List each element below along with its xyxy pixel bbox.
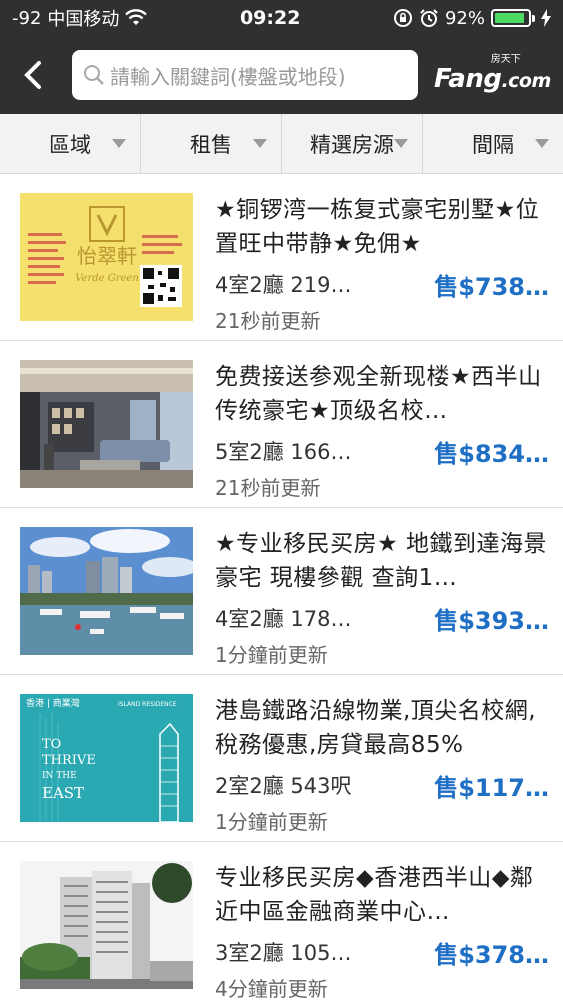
status-time: 09:22 bbox=[239, 7, 301, 29]
listing-info: 专业移民买房◆香港西半山◆鄰近中區金融商業中心… 3室2廳 105… 售$378… bbox=[215, 861, 563, 1000]
listing-title: 免费接送参观全新现楼★西半山传统豪宅★顶级名校… bbox=[215, 364, 542, 424]
triangle-down-icon bbox=[112, 139, 126, 148]
living-room-image bbox=[20, 360, 193, 488]
poster-line: THRIVE bbox=[42, 753, 96, 768]
teal-poster-image: 香港 | 商業灣 ISLAND RESIDENCE TO THRIVE IN T… bbox=[20, 694, 193, 822]
listing-meta: 4室2廳 178… 售$393… bbox=[215, 599, 549, 637]
logo-card-cn: 怡翠軒 bbox=[77, 244, 137, 268]
filter-label: 間隔 bbox=[472, 132, 514, 157]
status-bar: -92 中国移动 09:22 92% bbox=[0, 0, 563, 36]
listing-title: 港島鐵路沿線物業,頂尖名校網,稅務優惠,房貸最高85% bbox=[215, 698, 537, 758]
listing-info: 港島鐵路沿線物業,頂尖名校網,稅務優惠,房貸最高85% 2室2廳 543呎 售$… bbox=[215, 694, 563, 841]
list-item[interactable]: ★专业移民买房★ 地鐵到達海景豪宅 現樓參觀 查詢1… 4室2廳 178… 售$… bbox=[0, 508, 563, 675]
battery-icon bbox=[491, 9, 535, 27]
battery-fill bbox=[495, 13, 525, 23]
status-left: -92 中国移动 bbox=[12, 5, 148, 31]
fang-logo: 房天下 Fang.com bbox=[434, 55, 551, 95]
battery-nub bbox=[532, 14, 535, 22]
battery-shell bbox=[491, 9, 531, 27]
alarm-icon bbox=[420, 9, 438, 27]
listing-price: 售$117… bbox=[434, 773, 549, 802]
list-item[interactable]: 怡翠軒 Verde Green ★铜锣湾一栋复式豪宅别墅★位置旺中带静★免佣★ … bbox=[0, 174, 563, 341]
poster-brand: ISLAND RESIDENCE bbox=[118, 701, 177, 708]
listing-meta: 2室2廳 543呎 售$117… bbox=[215, 766, 549, 804]
listing-meta: 5室2廳 166… 售$834… bbox=[215, 432, 549, 470]
filter-bar: 區域 租售 精選房源 間隔 bbox=[0, 114, 563, 174]
logo-suffix: .com bbox=[501, 70, 551, 92]
listing-updated: 4分鐘前更新 bbox=[215, 977, 328, 1000]
status-right: 92% bbox=[393, 8, 551, 29]
listing-thumbnail bbox=[20, 527, 193, 655]
filter-label: 租售 bbox=[190, 132, 232, 157]
nav-bar: 請輸入關鍵詞(樓盤或地段) 房天下 Fang.com bbox=[0, 36, 563, 114]
logo-card-en: Verde Green bbox=[75, 273, 139, 284]
filter-rent-sale[interactable]: 租售 bbox=[141, 114, 282, 173]
back-button[interactable] bbox=[22, 55, 62, 95]
tower-image bbox=[20, 861, 193, 989]
listing-info: ★铜锣湾一栋复式豪宅别墅★位置旺中带静★免佣★ 4室2廳 219… 售$738…… bbox=[215, 193, 563, 340]
listing-price: 售$393… bbox=[434, 606, 549, 635]
logo-main: Fang bbox=[434, 64, 502, 94]
filter-layout[interactable]: 間隔 bbox=[423, 114, 563, 173]
listing-meta: 3室2廳 105… 售$378… bbox=[215, 933, 549, 971]
listing-updated: 1分鐘前更新 bbox=[215, 810, 328, 834]
listing-thumbnail bbox=[20, 360, 193, 488]
listing-spec: 5室2廳 166… bbox=[215, 440, 352, 464]
harbour-image bbox=[20, 527, 193, 655]
signal-strength: -92 bbox=[12, 7, 42, 29]
listing-updated: 21秒前更新 bbox=[215, 476, 321, 500]
list-item[interactable]: 免费接送参观全新现楼★西半山传统豪宅★顶级名校… 5室2廳 166… 售$834… bbox=[0, 341, 563, 508]
listing-updated: 1分鐘前更新 bbox=[215, 643, 328, 667]
list-item[interactable]: 香港 | 商業灣 ISLAND RESIDENCE TO THRIVE IN T… bbox=[0, 675, 563, 842]
triangle-down-icon bbox=[253, 139, 267, 148]
search-placeholder: 請輸入關鍵詞(樓盤或地段) bbox=[110, 64, 346, 89]
listing-price: 售$378… bbox=[434, 940, 549, 969]
triangle-down-icon bbox=[535, 139, 549, 148]
search-icon bbox=[84, 65, 104, 85]
listing-thumbnail: 香港 | 商業灣 ISLAND RESIDENCE TO THRIVE IN T… bbox=[20, 694, 193, 822]
listing-price: 售$738… bbox=[434, 272, 549, 301]
listing-info: ★专业移民买房★ 地鐵到達海景豪宅 現樓參觀 查詢1… 4室2廳 178… 售$… bbox=[215, 527, 563, 674]
top-bar: -92 中国移动 09:22 92% 請輸入關鍵詞(樓盤或地段) 房天下 Fan… bbox=[0, 0, 563, 114]
listing-thumbnail: 怡翠軒 Verde Green bbox=[20, 193, 193, 321]
rotation-lock-icon bbox=[393, 9, 412, 27]
poster-line: EAST bbox=[42, 784, 84, 802]
filter-featured[interactable]: 精選房源 bbox=[282, 114, 423, 173]
chevron-left-icon bbox=[24, 61, 41, 89]
poster-line: IN THE bbox=[42, 771, 77, 781]
filter-district[interactable]: 區域 bbox=[0, 114, 141, 173]
listing-title: ★铜锣湾一栋复式豪宅别墅★位置旺中带静★免佣★ bbox=[215, 197, 540, 257]
listing-spec: 2室2廳 543呎 bbox=[215, 774, 352, 798]
listing-spec: 4室2廳 178… bbox=[215, 607, 352, 631]
logo-text: Fang.com bbox=[434, 65, 551, 95]
wifi-icon bbox=[125, 9, 148, 25]
carrier-name: 中国移动 bbox=[47, 9, 120, 30]
listing-updated: 21秒前更新 bbox=[215, 309, 321, 333]
battery-percent: 92% bbox=[444, 7, 485, 29]
listing-spec: 3室2廳 105… bbox=[215, 941, 352, 965]
listing-title: ★专业移民买房★ 地鐵到達海景豪宅 現樓參觀 查詢1… bbox=[215, 531, 548, 591]
filter-label: 區域 bbox=[49, 132, 91, 157]
triangle-down-icon bbox=[394, 139, 408, 148]
list-item[interactable]: 专业移民买房◆香港西半山◆鄰近中區金融商業中心… 3室2廳 105… 售$378… bbox=[0, 842, 563, 1000]
listing-spec: 4室2廳 219… bbox=[215, 273, 352, 297]
logo-card-image: 怡翠軒 Verde Green bbox=[20, 193, 193, 321]
listing-thumbnail bbox=[20, 861, 193, 989]
filter-label: 精選房源 bbox=[310, 132, 394, 157]
listing-info: 免费接送参观全新现楼★西半山传统豪宅★顶级名校… 5室2廳 166… 售$834… bbox=[215, 360, 563, 507]
poster-tag: 香港 | 商業灣 bbox=[26, 697, 80, 709]
charging-icon bbox=[541, 9, 551, 27]
listing-list: 怡翠軒 Verde Green ★铜锣湾一栋复式豪宅别墅★位置旺中带静★免佣★ … bbox=[0, 174, 563, 1000]
listing-price: 售$834… bbox=[434, 439, 549, 468]
poster-line: TO bbox=[42, 737, 61, 752]
listing-title: 专业移民买房◆香港西半山◆鄰近中區金融商業中心… bbox=[215, 865, 534, 925]
listing-meta: 4室2廳 219… 售$738… bbox=[215, 265, 549, 303]
search-input[interactable]: 請輸入關鍵詞(樓盤或地段) bbox=[72, 50, 418, 100]
